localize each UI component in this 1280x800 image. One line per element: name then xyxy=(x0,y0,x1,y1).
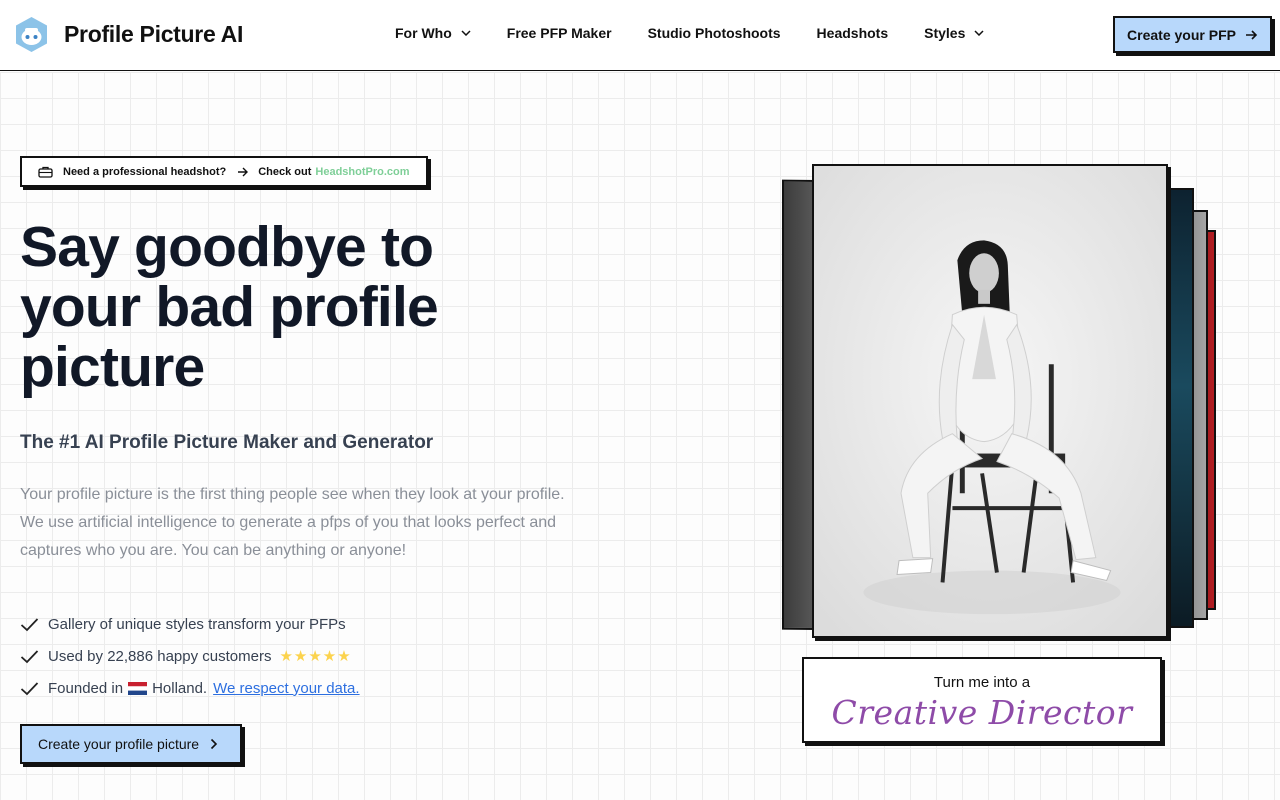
hero-subtitle: The #1 AI Profile Picture Maker and Gene… xyxy=(20,432,434,453)
arrow-right-icon xyxy=(238,167,249,176)
privacy-link[interactable]: We respect your data. xyxy=(213,680,359,697)
create-pfp-button[interactable]: Create your PFP xyxy=(1113,16,1272,53)
feature-text: Gallery of unique styles transform your … xyxy=(48,615,346,633)
create-profile-picture-label: Create your profile picture xyxy=(38,736,200,752)
caption-lead: Turn me into a xyxy=(933,674,1031,691)
feature-gallery: Gallery of unique styles transform your … xyxy=(20,608,580,640)
feature-text: Founded in xyxy=(48,679,124,697)
style-caption-card: Turn me into a Creative Director xyxy=(802,657,1162,743)
hero-title: Say goodbye to your bad profile picture xyxy=(20,215,439,399)
feature-country: Holland. xyxy=(152,679,208,697)
nav-label: For Who xyxy=(395,25,452,41)
feature-text: Used by 22,886 happy customers xyxy=(48,647,272,665)
nav-studio-photoshoots[interactable]: Studio Photoshoots xyxy=(648,25,781,41)
headshot-promo-banner[interactable]: Need a professional headshot? Check out … xyxy=(20,156,428,187)
main-nav: For Who Free PFP Maker Studio Photoshoot… xyxy=(395,25,984,41)
nav-free-pfp-maker[interactable]: Free PFP Maker xyxy=(507,25,612,41)
chevron-right-icon xyxy=(211,738,218,750)
check-icon xyxy=(20,649,39,663)
robot-logo-icon xyxy=(16,17,47,52)
arrow-right-icon xyxy=(1245,29,1258,40)
showcase-photo xyxy=(812,164,1168,638)
check-icon xyxy=(20,617,39,631)
caption-role: Creative Director xyxy=(831,693,1133,732)
netherlands-flag-icon xyxy=(128,681,148,695)
site-header: Profile Picture AI For Who Free PFP Make… xyxy=(0,0,1280,71)
chevron-down-icon xyxy=(974,30,984,36)
nav-styles[interactable]: Styles xyxy=(924,25,984,41)
brand-name: Profile Picture AI xyxy=(64,21,244,47)
promo-check-out: Check out xyxy=(258,165,312,178)
nav-label: Free PFP Maker xyxy=(506,25,612,41)
showcase-photo-stack xyxy=(770,150,1240,670)
star-rating-icon: ★★★★★ xyxy=(279,648,352,665)
logo[interactable]: Profile Picture AI xyxy=(13,16,243,53)
feature-list: Gallery of unique styles transform your … xyxy=(20,608,580,704)
promo-lead: Need a professional headshot? xyxy=(63,165,227,178)
hero-description: Your profile picture is the first thing … xyxy=(20,486,565,559)
nav-headshots[interactable]: Headshots xyxy=(817,25,889,41)
create-profile-picture-button[interactable]: Create your profile picture xyxy=(20,724,242,764)
headshotpro-link[interactable]: HeadshotPro.com xyxy=(315,166,409,178)
nav-label: Studio Photoshoots xyxy=(647,25,781,41)
feature-founded: Founded in Holland. We respect your data… xyxy=(20,672,580,704)
nav-for-who[interactable]: For Who xyxy=(395,25,471,41)
check-icon xyxy=(20,681,39,695)
nav-label: Styles xyxy=(924,25,966,41)
create-pfp-label: Create your PFP xyxy=(1127,26,1236,43)
feature-customers: Used by 22,886 happy customers ★★★★★ xyxy=(20,640,580,672)
woman-in-white-suit-photo xyxy=(814,166,1166,636)
chevron-down-icon xyxy=(461,30,471,36)
nav-label: Headshots xyxy=(816,25,889,41)
briefcase-icon xyxy=(38,166,53,178)
